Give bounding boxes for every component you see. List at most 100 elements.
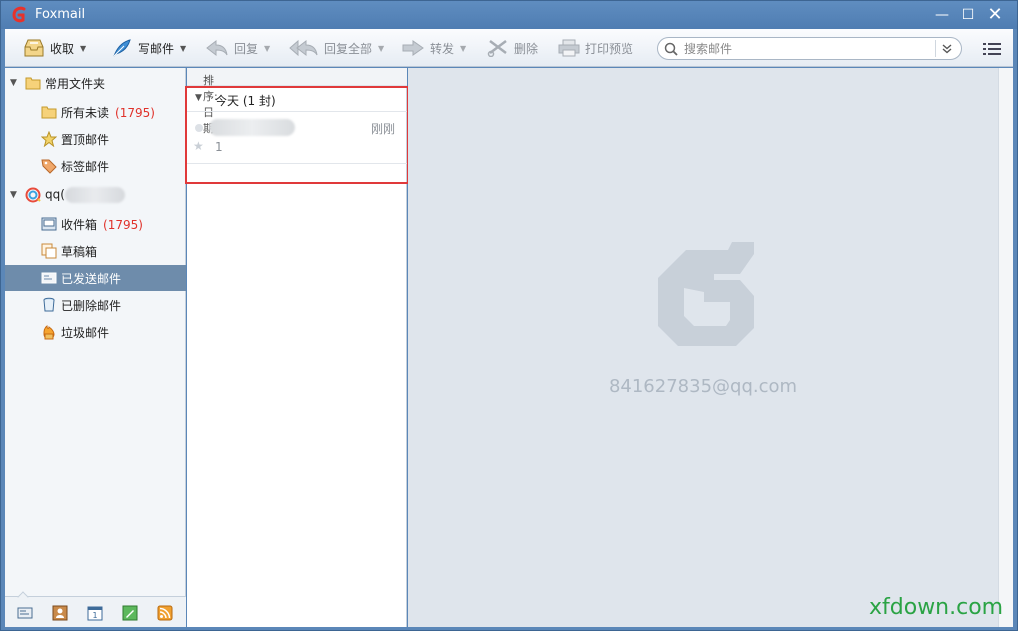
receive-button[interactable]: 收取 ▼	[23, 36, 86, 60]
sidebar-module-bar: 1	[5, 591, 186, 627]
mail-time: 刚刚	[370, 122, 395, 136]
sidebar-item-account[interactable]: ▼ qq(	[5, 182, 186, 208]
calendar-icon[interactable]: 1	[87, 605, 103, 621]
printer-icon	[558, 39, 580, 57]
search-options-button[interactable]	[935, 40, 957, 57]
reading-scrollbar[interactable]	[998, 68, 1013, 627]
sidebar-item-label: 垃圾邮件	[61, 325, 110, 340]
reply-all-button[interactable]: 回复全部 ▼	[289, 36, 384, 60]
expand-arrow-icon[interactable]: ▼	[10, 78, 17, 88]
minimize-button[interactable]: —	[931, 5, 953, 25]
forward-label: 转发	[430, 41, 455, 56]
search-input[interactable]	[684, 40, 929, 57]
receive-label: 收取	[50, 41, 75, 56]
chevron-down-icon[interactable]: ▼	[180, 44, 186, 53]
reply-arrow-icon	[206, 39, 228, 57]
qq-account-icon	[25, 187, 41, 203]
delete-label: 删除	[514, 41, 539, 56]
chevron-down-icon[interactable]: ⌄	[203, 72, 211, 82]
compose-label: 写邮件	[138, 41, 175, 56]
app-title: Foxmail	[35, 7, 86, 22]
tag-icon	[41, 159, 57, 174]
maximize-button[interactable]: ☐	[957, 5, 979, 25]
foxmail-watermark-logo-icon	[658, 242, 754, 346]
read-status-dot-icon[interactable]	[195, 124, 203, 132]
rss-feed-icon[interactable]	[157, 605, 173, 621]
inbox-tray-icon	[24, 39, 44, 57]
mail-group-today[interactable]: ▼ 今天 (1 封)	[187, 88, 407, 112]
chevron-down-icon[interactable]: ▼	[378, 44, 384, 53]
sidebar-item-label: 标签邮件	[61, 159, 110, 174]
double-chevron-down-icon	[942, 44, 952, 54]
collapse-arrow-icon[interactable]: ▼	[195, 93, 202, 103]
title-bar[interactable]: Foxmail — ☐ ✕	[1, 1, 1017, 29]
mail-list-pane: 排序:日期 ⌄ ▼ 今天 (1 封) 刚刚 ★ 1	[185, 68, 409, 627]
search-icon	[664, 42, 678, 56]
reply-button[interactable]: 回复 ▼	[205, 36, 270, 60]
reply-label: 回复	[234, 41, 259, 56]
active-module-indicator	[17, 591, 29, 603]
reply-all-label: 回复全部	[324, 41, 373, 56]
close-button[interactable]: ✕	[984, 5, 1006, 25]
mail-subject: 1	[215, 140, 223, 154]
star-icon	[41, 131, 57, 147]
folder-sidebar: ▼ 常用文件夹 所有未读 (1795) 置顶邮件 标签邮件 ▼ qq(收件箱 …	[5, 68, 186, 627]
trash-can-icon	[43, 297, 55, 312]
sidebar-item-sent[interactable]: 已发送邮件	[5, 265, 186, 291]
sidebar-item-label: 常用文件夹	[45, 76, 106, 91]
sidebar-item-label: 草稿箱	[61, 244, 98, 259]
sort-bar[interactable]: 排序:日期 ⌄	[187, 68, 407, 135]
group-label: 今天 (1 封)	[215, 94, 276, 108]
chevron-down-icon[interactable]: ▼	[460, 44, 466, 53]
sidebar-item-deleted[interactable]: 已删除邮件	[5, 292, 186, 318]
sidebar-item-junk[interactable]: 垃圾邮件	[5, 319, 186, 345]
junk-fire-icon	[43, 325, 55, 340]
account-email: 841627835@qq.com	[608, 376, 798, 397]
search-box[interactable]	[657, 37, 962, 60]
site-watermark: xfdown.com	[869, 595, 1004, 620]
sidebar-item-all-unread[interactable]: 所有未读 (1795)	[5, 99, 186, 125]
inbox-icon	[41, 217, 57, 231]
feather-pen-icon	[113, 39, 131, 57]
sidebar-item-inbox[interactable]: 收件箱 (1795)	[5, 211, 186, 237]
sent-mail-icon	[41, 272, 57, 284]
sidebar-item-label: 所有未读	[61, 105, 110, 120]
star-icon[interactable]: ★	[193, 139, 204, 153]
sidebar-item-tagged[interactable]: 标签邮件	[5, 153, 186, 179]
sidebar-item-pinned[interactable]: 置顶邮件	[5, 126, 186, 152]
sidebar-item-label: 已发送邮件	[61, 271, 122, 286]
sidebar-item-label: 已删除邮件	[61, 298, 122, 313]
print-preview-label: 打印预览	[585, 41, 634, 56]
sidebar-item-drafts[interactable]: 草稿箱	[5, 238, 186, 264]
chevron-down-icon[interactable]: ▼	[80, 44, 86, 53]
folder-icon	[25, 77, 41, 90]
forward-button[interactable]: 转发 ▼	[401, 36, 466, 60]
chevron-down-icon[interactable]: ▼	[264, 44, 270, 53]
menu-list-icon[interactable]	[983, 41, 1001, 57]
drafts-icon	[41, 243, 57, 259]
delete-button[interactable]: 删除	[487, 36, 538, 60]
unread-count-badge: (1795)	[115, 105, 155, 120]
unread-count-badge: (1795)	[103, 217, 143, 232]
compose-button[interactable]: 写邮件 ▼	[111, 36, 186, 60]
notes-icon[interactable]	[122, 605, 138, 621]
svg-text:1: 1	[92, 611, 97, 620]
mail-module-icon[interactable]	[17, 605, 33, 621]
mail-list-item[interactable]: 刚刚 ★ 1	[187, 114, 407, 164]
account-name: qq(	[45, 187, 65, 202]
sidebar-item-label: 收件箱	[61, 217, 98, 232]
scissors-delete-icon	[487, 40, 507, 57]
expand-arrow-icon[interactable]: ▼	[10, 190, 17, 200]
reply-all-arrow-icon	[289, 39, 318, 57]
redacted-recipient	[209, 119, 295, 136]
sidebar-item-common-folders[interactable]: ▼ 常用文件夹	[5, 70, 186, 96]
foxmail-logo-icon	[12, 6, 26, 23]
redacted-account	[64, 187, 125, 203]
print-preview-button[interactable]: 打印预览	[558, 36, 633, 60]
contacts-icon[interactable]	[52, 605, 68, 621]
reading-pane: 841627835@qq.com	[408, 68, 998, 627]
forward-arrow-icon	[402, 40, 424, 56]
folder-icon	[41, 106, 57, 119]
foxmail-window: Foxmail — ☐ ✕ 收取 ▼ 写邮件 ▼ 回复 ▼ 回复全部 ▼ 转发 …	[0, 0, 1018, 631]
main-toolbar: 收取 ▼ 写邮件 ▼ 回复 ▼ 回复全部 ▼ 转发 ▼ 删除 打印预览 搜索邮件	[5, 29, 1013, 67]
